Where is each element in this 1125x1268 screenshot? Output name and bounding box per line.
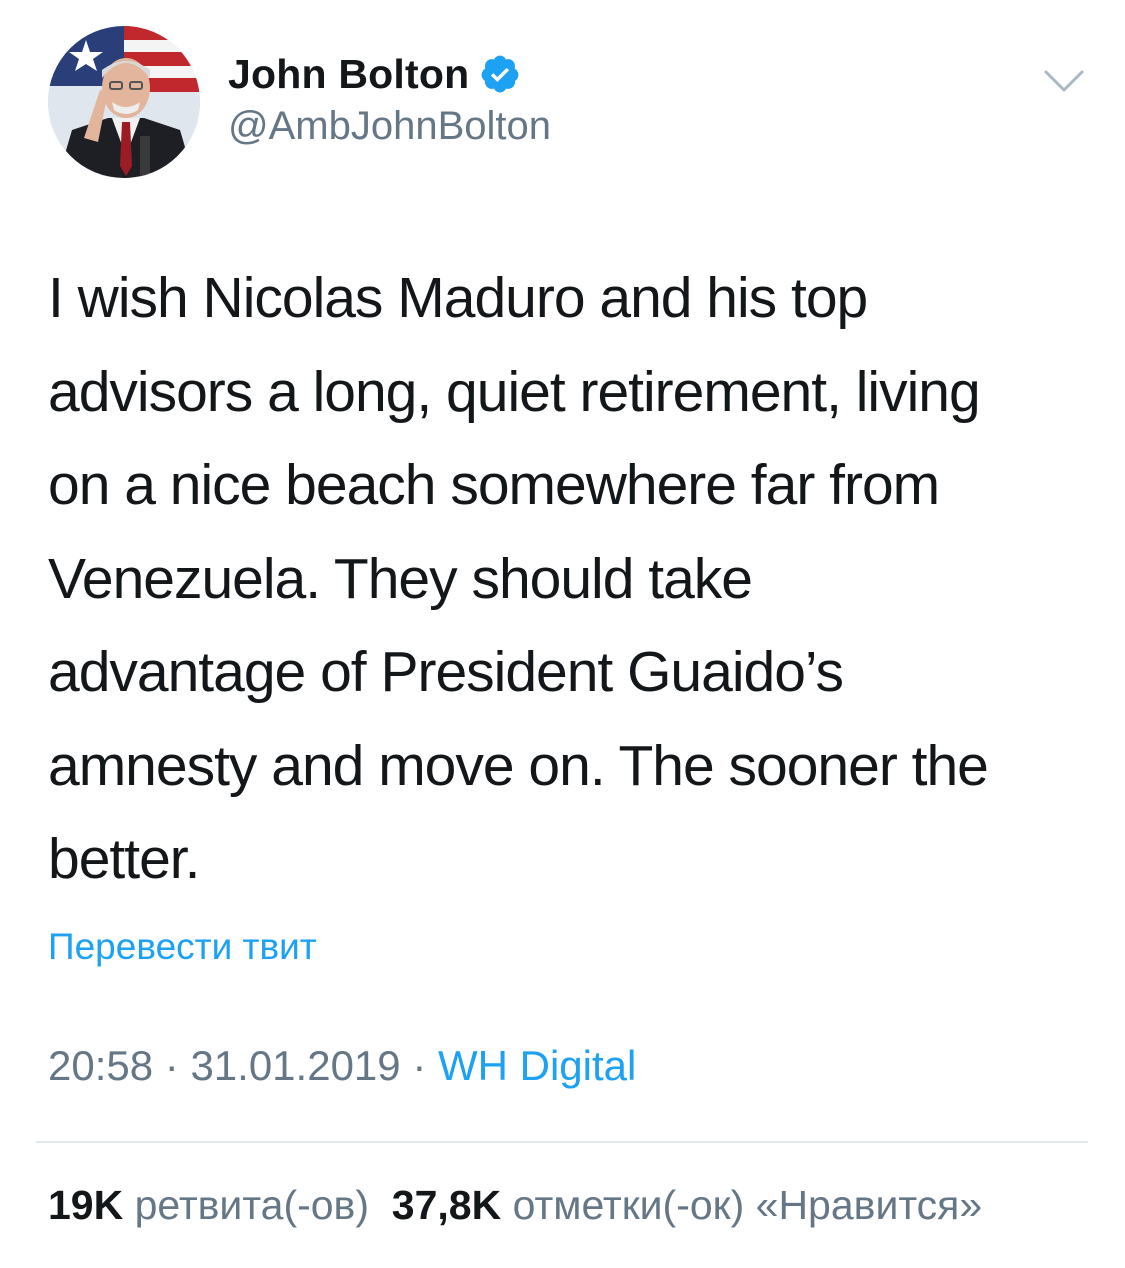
tweet-text: I wish Nicolas Maduro and his top adviso… xyxy=(48,252,1098,907)
tweet-line: better. xyxy=(48,827,200,891)
retweets-stat[interactable]: 19K ретвита(-ов) xyxy=(48,1182,369,1228)
divider xyxy=(36,1141,1088,1143)
tweet-meta: 20:58 · 31.01.2019 · WH Digital xyxy=(48,1042,636,1090)
meta-separator: · xyxy=(400,1042,438,1089)
tweet-date: 31.01.2019 xyxy=(190,1042,401,1089)
avatar[interactable] xyxy=(48,26,200,178)
likes-label: отметки(-ок) «Нравится» xyxy=(512,1182,983,1228)
avatar-photo xyxy=(48,26,200,178)
translate-tweet-link[interactable]: Перевести твит xyxy=(48,926,317,968)
tweet-line: on a nice beach somewhere far from xyxy=(48,453,940,517)
author-display-name[interactable]: John Bolton xyxy=(228,51,469,98)
author-handle[interactable]: @AmbJohnBolton xyxy=(228,104,551,149)
retweets-count: 19K xyxy=(48,1182,124,1228)
tweet-stats: 19K ретвита(-ов) 37,8K отметки(-ок) «Нра… xyxy=(48,1182,982,1229)
meta-separator: · xyxy=(153,1042,191,1089)
tweet-line: amnesty and move on. The sooner the xyxy=(48,733,989,798)
tweet-line: advisors a long, quiet retirement, livin… xyxy=(48,359,981,424)
tweet-line: I wish Nicolas Maduro and his top xyxy=(48,266,868,330)
tweet-line: Venezuela. They should take xyxy=(48,546,753,611)
tweet-source-link[interactable]: WH Digital xyxy=(438,1042,636,1089)
likes-stat[interactable]: 37,8K отметки(-ок) «Нравится» xyxy=(392,1182,982,1228)
tweet-time: 20:58 xyxy=(48,1042,154,1089)
likes-count: 37,8K xyxy=(391,1182,502,1228)
chevron-down-icon[interactable] xyxy=(1042,64,1086,98)
author-name-row[interactable]: John Bolton xyxy=(228,46,521,102)
verified-badge-icon xyxy=(479,53,521,95)
retweets-label: ретвита(-ов) xyxy=(134,1182,369,1228)
tweet-line: advantage of President Guaido’s xyxy=(48,640,844,704)
